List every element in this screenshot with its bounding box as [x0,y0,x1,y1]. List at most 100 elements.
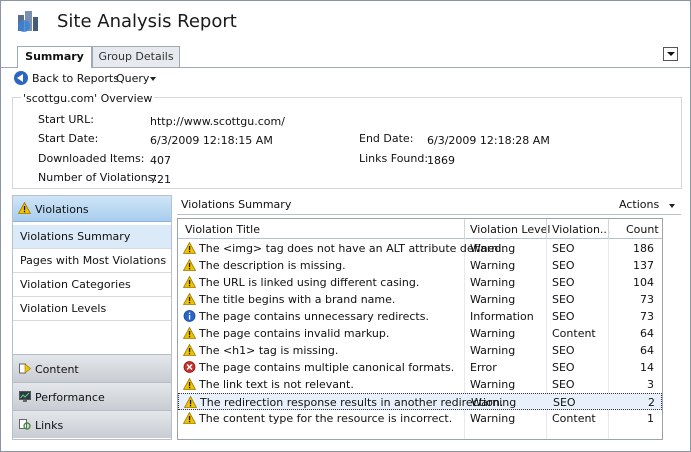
cell-violation-title: The page contains multiple canonical for… [199,361,455,374]
app-header: Site Analysis Report [1,1,690,45]
cell-violation-title: The <img> tag does not have an ALT attri… [199,242,505,255]
violations-count-value: 721 [150,173,171,186]
cell-violation-level: Warning [470,378,516,391]
warning-icon [183,327,196,339]
table-row[interactable]: The link text is not relevant. Warning SEO… [178,376,662,393]
end-date-label: End Date: [359,132,414,145]
cell-count: 137 [633,259,654,272]
page-title: Site Analysis Report [57,11,237,32]
collapse-dropdown-button[interactable] [663,47,678,61]
cell-violation-category: SEO [552,378,575,391]
site-analysis-icon [18,11,38,32]
table-row[interactable]: The page contains invalid markup. Warning… [178,325,662,342]
table-row[interactable]: The description is missing. Warning SEO 137 [178,257,662,274]
column-header-level[interactable]: Violation Level [470,223,550,236]
column-divider[interactable] [464,219,465,239]
cell-violation-title: The <h1> tag is missing. [199,344,339,357]
nav-item-violation-levels[interactable]: Violation Levels [13,297,171,321]
warning-icon [183,378,196,390]
column-header-category[interactable]: Violation... [552,223,610,236]
left-nav: Violations Violations Summary Pages with… [12,195,172,440]
cell-violation-category: SEO [552,310,575,323]
table-row[interactable]: The <img> tag does not have an ALT attri… [178,240,662,257]
cell-violation-level: Information [470,310,534,323]
query-menu-button[interactable]: Query [116,72,149,85]
table-row[interactable]: The URL is linked using different casing… [178,274,662,291]
cell-violation-title: The title begins with a brand name. [199,293,396,306]
back-arrow-icon[interactable] [14,71,28,85]
end-date-value: 6/3/2009 12:18:28 AM [427,134,550,147]
warning-icon [183,293,196,305]
cell-count: 104 [633,276,654,289]
cell-violation-level: Warning [470,412,516,425]
warning-icon [183,344,196,356]
cell-violation-category: Content [552,412,596,425]
cell-violation-title: The page contains unnecessary redirects. [199,310,429,323]
chevron-down-icon[interactable] [669,204,675,208]
nav-item-violation-categories[interactable]: Violation Categories [13,273,171,297]
column-divider[interactable] [608,219,609,239]
cell-violation-title: The description is missing. [199,259,346,272]
cell-violation-category: SEO [552,344,575,357]
cell-violation-level: Error [470,361,497,374]
warning-icon [184,396,197,408]
warning-icon [18,202,31,214]
warning-icon [183,242,196,254]
nav-header-label: Violations [35,203,89,216]
nav-header-violations[interactable]: Violations [13,196,171,222]
cell-violation-level: Warning [470,259,516,272]
back-to-reports-button[interactable]: Back to Reports [32,72,119,85]
cell-violation-title: The redirection response results in anot… [200,396,504,409]
nav-group-links[interactable]: Links [13,410,171,438]
column-header-count[interactable]: Count [626,223,659,236]
start-url-label: Start URL: [38,113,94,126]
table-row[interactable]: The redirection response results in anot… [178,393,662,410]
error-icon [183,361,196,373]
links-icon [19,419,31,430]
toolbar: Back to Reports Query [2,68,690,89]
nav-group-performance[interactable]: Performance [13,382,171,410]
performance-icon [19,391,31,402]
nav-item-violations-summary[interactable]: Violations Summary [13,225,171,249]
pane-header: Violations Summary Actions [177,195,681,215]
cell-count: 3 [647,378,654,391]
table-row[interactable]: The content type for the resource is inc… [178,410,662,427]
cell-violation-category: SEO [552,242,575,255]
cell-violation-level: Warning [471,396,517,409]
cell-count: 73 [640,293,654,306]
cell-violation-level: Warning [470,327,516,340]
links-found-value: 1869 [427,154,455,167]
nav-item-pages-most-violations[interactable]: Pages with Most Violations [13,249,171,273]
start-url-value: http://www.scottgu.com/ [150,115,285,128]
tab-summary[interactable]: Summary [17,46,92,68]
cell-violation-title: The content type for the resource is inc… [199,412,453,425]
table-row[interactable]: The title begins with a brand name. Warni… [178,291,662,308]
cell-count: 14 [640,361,654,374]
column-divider[interactable] [546,219,547,239]
cell-violation-category: SEO [553,396,576,409]
cell-violation-category: SEO [552,259,575,272]
cell-violation-category: SEO [552,293,575,306]
chevron-down-icon[interactable] [150,77,156,81]
cell-count: 186 [633,242,654,255]
cell-violation-category: SEO [552,361,575,374]
column-header-title[interactable]: Violation Title [185,223,260,236]
cell-violation-level: Warning [470,344,516,357]
nav-group-content-label: Content [35,363,79,376]
nav-group-links-label: Links [35,419,64,432]
warning-icon [183,259,196,271]
cell-count: 73 [640,310,654,323]
app-window: Site Analysis Report Summary Group Detai… [0,0,691,452]
table-row[interactable]: The <h1> tag is missing. Warning SEO 64 [178,342,662,359]
table-row[interactable]: The page contains unnecessary redirects.… [178,308,662,325]
nav-group-content[interactable]: Content [13,354,171,382]
grid-margin [665,218,682,440]
tab-group-details[interactable]: Group Details [92,46,180,67]
violations-grid: Violation Title Violation Level Violatio… [177,218,663,440]
actions-menu-button[interactable]: Actions [619,198,659,211]
start-date-label: Start Date: [38,132,99,145]
cell-violation-title: The URL is linked using different casing… [199,276,420,289]
cell-violation-title: The link text is not relevant. [199,378,354,391]
cell-violation-category: Content [552,327,596,340]
table-row[interactable]: The page contains multiple canonical for… [178,359,662,376]
